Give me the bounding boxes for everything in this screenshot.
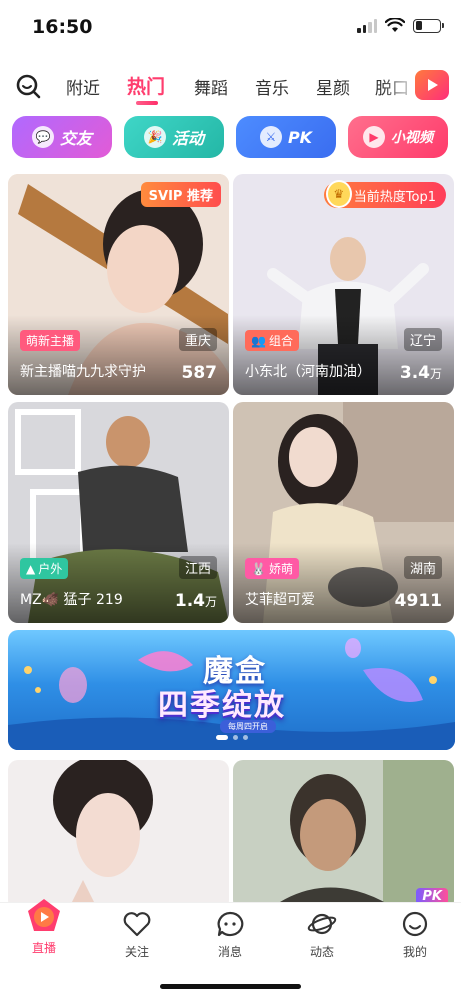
banner-title-line2: 四季绽放	[158, 688, 286, 723]
category-label: 交友	[59, 129, 92, 148]
short-video-button[interactable]	[415, 70, 449, 100]
category-row: 💬 交友 🎉 活动 ⚔ PK ▶ 小视频	[0, 116, 461, 160]
viewer-count-unit: 万	[204, 595, 217, 609]
card-tag: 🐰 娇萌	[245, 558, 299, 579]
svip-badge: SVIP 推荐	[140, 182, 221, 207]
chat-bubble-icon: 💬	[31, 126, 54, 148]
live-card[interactable]	[8, 760, 229, 910]
status-bar: 16:50	[0, 0, 461, 56]
viewer-count-value: 587	[181, 363, 218, 383]
card-title: 新主播喵九九求守护	[20, 364, 146, 380]
category-label: 活动	[171, 129, 204, 148]
top1-badge-label: 当前热度Top1	[353, 189, 436, 205]
nav-label: 动态	[309, 945, 334, 959]
wifi-icon	[385, 18, 405, 32]
card-location: 重庆	[178, 328, 217, 351]
search-icon[interactable]	[14, 72, 42, 100]
nav-follow[interactable]: 关注	[107, 911, 167, 960]
tab-music[interactable]: 音乐	[255, 74, 289, 99]
bunny-icon: 🐰	[251, 561, 266, 576]
card-title: 艾菲超可爱	[245, 592, 315, 608]
card-shade	[233, 315, 454, 395]
category-label: PK	[287, 127, 313, 147]
category-make-friends[interactable]: 💬 交友	[12, 116, 112, 158]
live-card[interactable]: ▲ 户外 江西 MZ🐗 猛子 219 1.4万	[8, 402, 229, 623]
status-time: 16:50	[32, 16, 93, 38]
streamer-photo	[8, 760, 229, 910]
card-tag-label: 组合	[268, 334, 293, 348]
nav-moments[interactable]: 动态	[292, 911, 352, 960]
live-icon	[28, 899, 60, 931]
banner-pagination	[215, 735, 248, 740]
category-label: 小视频	[391, 130, 433, 146]
card-title: MZ🐗 猛子 219	[20, 592, 123, 608]
viewer-count: 3.4万	[400, 363, 442, 383]
card-shade	[8, 543, 229, 623]
message-icon	[217, 911, 244, 937]
viewer-count-unit: 万	[429, 367, 442, 381]
card-tag: 萌新主播	[20, 330, 81, 351]
nav-messages[interactable]: 消息	[200, 911, 260, 960]
card-shade	[8, 315, 229, 395]
viewer-count: 1.4万	[175, 591, 217, 611]
active-tab-indicator	[136, 101, 158, 105]
top-tab-bar: 附近 热门 舞蹈 音乐 星颜 脱口	[0, 64, 461, 108]
signal-icon	[357, 18, 377, 33]
battery-icon	[413, 18, 444, 33]
mountain-icon: ▲	[26, 561, 36, 576]
nav-label: 关注	[124, 945, 149, 959]
nav-live[interactable]: 直播	[14, 899, 74, 956]
card-location: 辽宁	[403, 328, 442, 351]
smile-icon	[402, 911, 428, 937]
group-icon: 👥	[251, 333, 266, 348]
category-short-video[interactable]: ▶ 小视频	[348, 116, 448, 158]
card-tag-label: 户外	[38, 562, 63, 576]
viewer-count-value: 1.4	[174, 591, 205, 611]
card-tag: ▲ 户外	[20, 558, 69, 579]
nav-mine[interactable]: 我的	[385, 911, 445, 960]
card-location: 湖南	[403, 556, 442, 579]
planet-icon	[307, 913, 337, 935]
tab-nearby[interactable]: 附近	[66, 74, 100, 99]
status-icons	[357, 18, 444, 33]
play-button-icon: ▶	[363, 126, 385, 148]
live-card[interactable]: PK	[233, 760, 454, 910]
party-popper-icon: 🎉	[143, 126, 166, 148]
top1-badge: ♛ 当前热度Top1	[323, 180, 446, 208]
card-tag-label: 娇萌	[268, 562, 293, 576]
heart-icon	[123, 912, 151, 937]
nav-label: 我的	[402, 945, 427, 959]
card-location: 江西	[178, 556, 217, 579]
play-icon	[428, 79, 438, 91]
card-shade	[233, 543, 454, 623]
card-tag-label: 萌新主播	[26, 334, 75, 348]
live-card[interactable]: 🐰 娇萌 湖南 艾菲超可爱 4911	[233, 402, 454, 623]
crown-icon: ♛	[325, 180, 352, 208]
viewer-count: 4911	[395, 591, 442, 611]
card-tag: 👥 组合	[245, 330, 299, 351]
viewer-count-value: 4911	[394, 591, 442, 611]
viewer-count-value: 3.4	[399, 363, 430, 383]
promo-banner[interactable]: 魔盒 四季绽放 每周四开启	[8, 630, 455, 750]
category-events[interactable]: 🎉 活动	[124, 116, 224, 158]
nav-label: 消息	[217, 945, 242, 959]
banner-subtitle: 每周四开启	[220, 720, 276, 733]
tab-dance[interactable]: 舞蹈	[194, 74, 228, 99]
live-card[interactable]: ♛ 当前热度Top1 👥 组合 辽宁 小东北（河南加油） 3.4万	[233, 174, 454, 395]
nav-label: 直播	[31, 941, 56, 955]
category-pk[interactable]: ⚔ PK	[236, 116, 336, 158]
tab-star-face[interactable]: 星颜	[316, 74, 350, 99]
card-title: 小东北（河南加油）	[245, 364, 371, 380]
crossed-swords-icon: ⚔	[259, 126, 282, 148]
tab-hot[interactable]: 热门	[127, 72, 165, 99]
home-indicator	[160, 984, 301, 989]
viewer-count: 587	[182, 363, 218, 383]
live-card[interactable]: SVIP 推荐 萌新主播 重庆 新主播喵九九求守护 587	[8, 174, 229, 395]
